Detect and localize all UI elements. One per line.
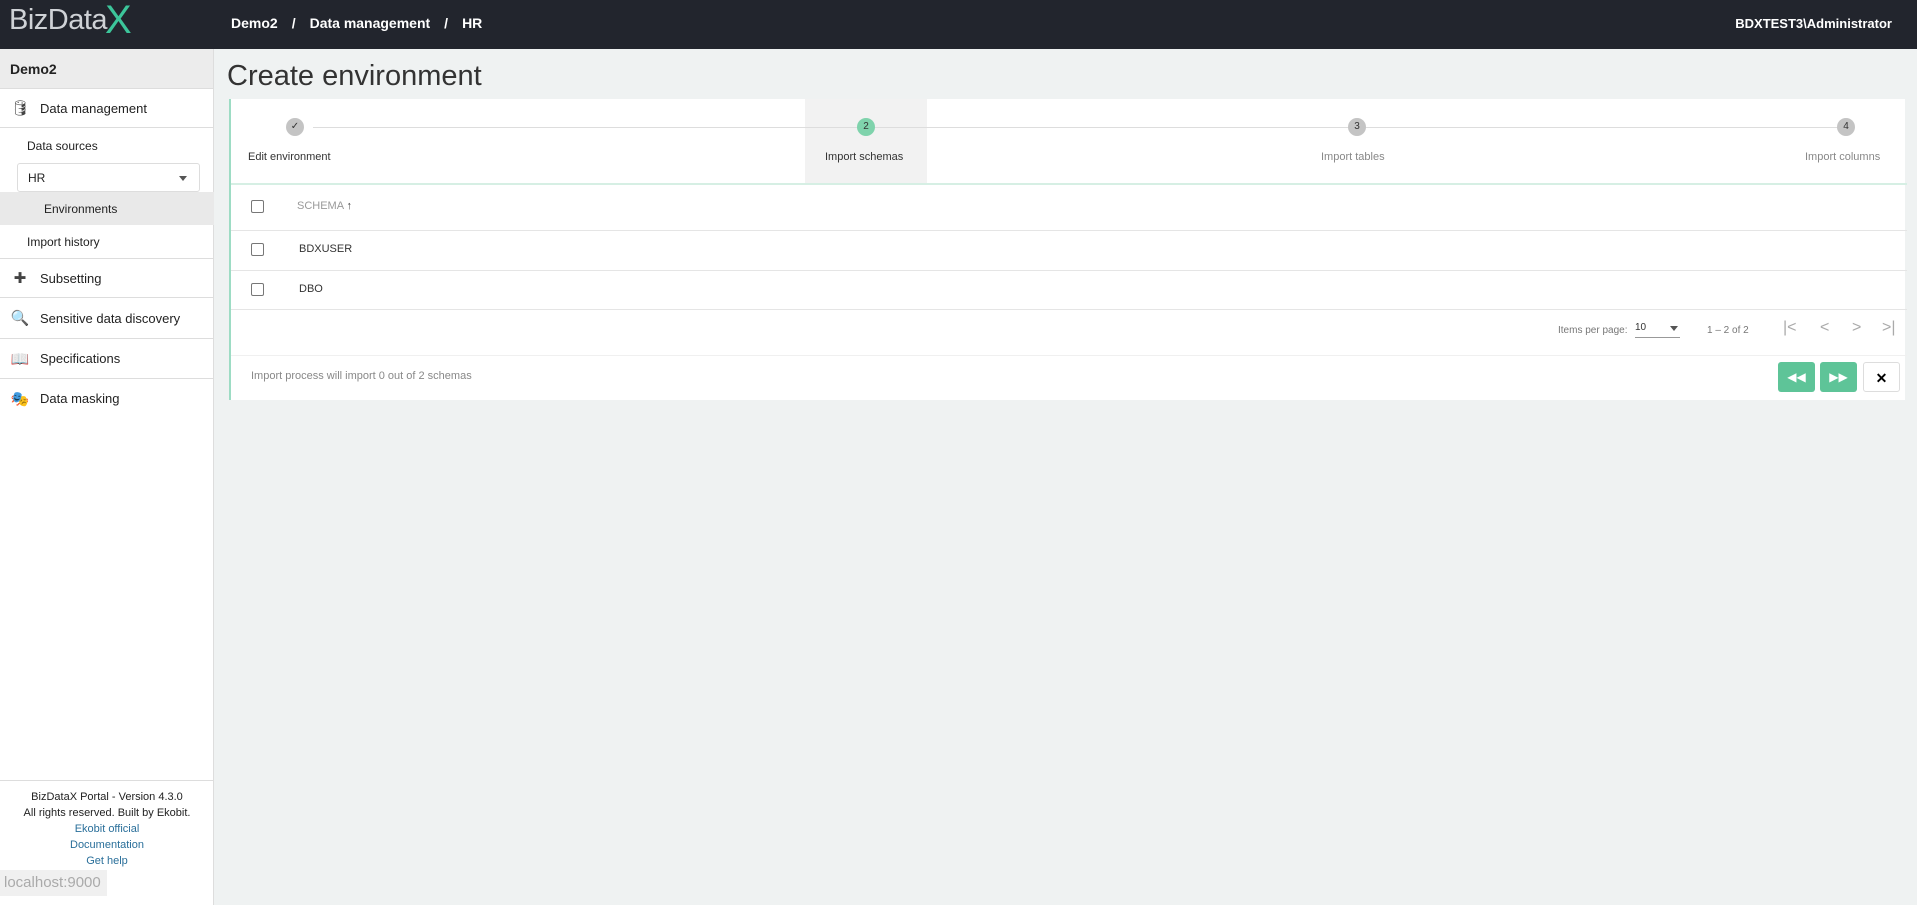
chevron-down-icon: [179, 176, 187, 185]
next-button[interactable]: ▶▶: [1820, 362, 1857, 392]
breadcrumb-hr[interactable]: HR: [462, 15, 482, 31]
sidebar-item-import-history[interactable]: Import history: [27, 235, 100, 249]
sidebar-item-subsetting[interactable]: ✚ Subsetting: [0, 259, 214, 298]
breadcrumb-data-management[interactable]: Data management: [310, 15, 431, 31]
create-environment-card: ✓ Edit environment 2 Import schemas 3 Im…: [229, 99, 1907, 400]
sidebar-item-data-masking[interactable]: 🎭 Data masking: [0, 379, 214, 418]
database-icon: 🛢: [10, 100, 30, 117]
first-page-icon[interactable]: |<: [1783, 319, 1797, 337]
link-ekobit-official[interactable]: Ekobit official: [0, 821, 214, 837]
row-checkbox[interactable]: [251, 283, 264, 296]
schema-column-header[interactable]: SCHEMA ↑: [297, 200, 352, 212]
masks-icon: 🎭: [10, 390, 30, 408]
status-url: localhost:9000: [0, 870, 107, 896]
close-button[interactable]: ✕: [1863, 362, 1900, 392]
user-menu[interactable]: BDXTEST3\Administrator: [1735, 16, 1892, 31]
breadcrumb-demo2[interactable]: Demo2: [231, 15, 278, 31]
project-name: Demo2: [0, 49, 213, 89]
data-source-select[interactable]: HR: [17, 163, 200, 192]
sidebar-item-specifications[interactable]: 📖 Specifications: [0, 339, 214, 379]
sidebar-footer: BizDataX Portal - Version 4.3.0 All righ…: [0, 780, 214, 869]
link-documentation[interactable]: Documentation: [0, 837, 214, 853]
stepper-line: [313, 127, 1848, 128]
next-page-icon[interactable]: >: [1852, 319, 1861, 337]
last-page-icon[interactable]: >|: [1882, 319, 1896, 337]
active-step-highlight: [805, 99, 927, 183]
link-get-help[interactable]: Get help: [0, 853, 214, 869]
page-title: Create environment: [227, 60, 482, 92]
items-per-page-select[interactable]: 10: [1635, 322, 1680, 338]
search-icon: 🔍: [10, 310, 30, 327]
logo[interactable]: BizData X: [9, 0, 132, 42]
row-checkbox[interactable]: [251, 243, 264, 256]
check-icon: ✓: [286, 118, 304, 136]
sort-arrow-up-icon: ↑: [346, 200, 353, 212]
sidebar: Demo2 🛢 Data management Data sources HR E…: [0, 49, 214, 905]
sidebar-item-data-sources[interactable]: Data sources: [27, 139, 98, 153]
puzzle-icon: ✚: [13, 270, 27, 287]
select-all-checkbox[interactable]: [251, 200, 264, 213]
previous-page-icon[interactable]: <: [1820, 319, 1829, 337]
sidebar-item-sensitive-data-discovery[interactable]: 🔍 Sensitive data discovery: [0, 298, 214, 339]
top-bar: BizData X Demo2/Data management / HR BDXTES…: [0, 0, 1917, 49]
breadcrumb: Demo2/Data management / HR: [231, 15, 483, 31]
import-status-text: Import process will import 0 out of 2 sc…: [251, 370, 472, 382]
back-button[interactable]: ◀◀: [1778, 362, 1815, 392]
book-icon: 📖: [10, 350, 30, 368]
chevron-down-icon: [1670, 326, 1678, 335]
sidebar-item-data-management[interactable]: 🛢 Data management: [0, 89, 214, 128]
sidebar-item-environments[interactable]: Environments: [0, 192, 214, 225]
